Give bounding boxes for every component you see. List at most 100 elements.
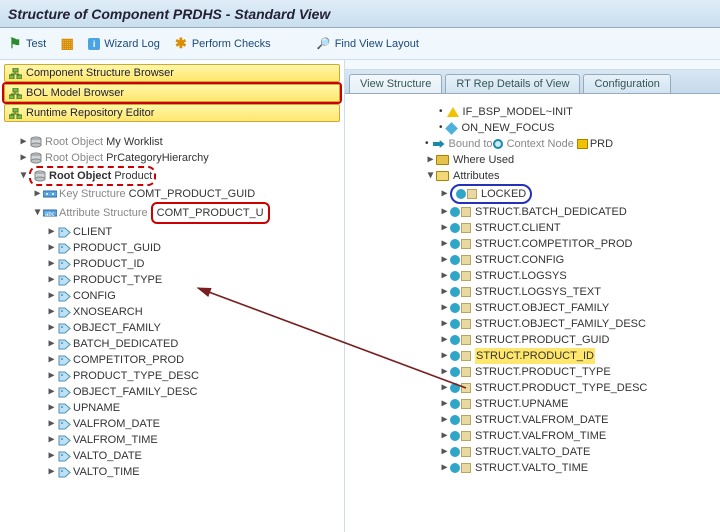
- rtree-where-used[interactable]: ▶ Where Used: [349, 152, 716, 168]
- expand-icon[interactable]: ▶: [439, 380, 450, 396]
- tree-attr-xnosearch[interactable]: ▶XNOSEARCH: [4, 304, 340, 320]
- rtree-struct-struct-valfrom_date[interactable]: ▶STRUCT.VALFROM_DATE: [349, 412, 716, 428]
- perform-checks-button[interactable]: ✱ Perform Checks: [174, 37, 271, 51]
- rtree-struct-struct-client[interactable]: ▶STRUCT.CLIENT: [349, 220, 716, 236]
- tree-attr-valfrom_time[interactable]: ▶VALFROM_TIME: [4, 432, 340, 448]
- expand-icon[interactable]: ▶: [439, 220, 450, 236]
- tree-attr-config[interactable]: ▶CONFIG: [4, 288, 340, 304]
- rtree-struct-struct-product_id[interactable]: ▶STRUCT.PRODUCT_ID: [349, 348, 716, 364]
- expand-icon[interactable]: ▶: [425, 152, 436, 168]
- tree-attr-competitor_prod[interactable]: ▶ COMPETITOR_PROD: [4, 352, 340, 368]
- tree-attr-valto_date[interactable]: ▶VALTO_DATE: [4, 448, 340, 464]
- rtree-struct-struct-competitor_prod[interactable]: ▶STRUCT.COMPETITOR_PROD: [349, 236, 716, 252]
- rtree-struct-struct-valto_time[interactable]: ▶STRUCT.VALTO_TIME: [349, 460, 716, 476]
- expand-icon[interactable]: ▶: [439, 284, 450, 300]
- rtree-attributes[interactable]: ▼ Attributes: [349, 168, 716, 184]
- expand-icon[interactable]: ▶: [46, 304, 57, 320]
- expand-icon[interactable]: ▶: [439, 396, 450, 412]
- expand-icon[interactable]: ▶: [439, 412, 450, 428]
- expand-icon[interactable]: ▶: [439, 348, 450, 364]
- expand-icon[interactable]: ▶: [46, 336, 57, 352]
- expand-icon[interactable]: ▶: [439, 300, 450, 316]
- expand-icon[interactable]: ▶: [46, 320, 57, 336]
- expand-icon[interactable]: ▶: [18, 150, 29, 166]
- rtree-struct-struct-product_type[interactable]: ▶STRUCT.PRODUCT_TYPE: [349, 364, 716, 380]
- expand-icon[interactable]: ▶: [439, 204, 450, 220]
- nav-component-structure[interactable]: Component Structure Browser: [4, 64, 340, 82]
- expand-icon[interactable]: ▶: [439, 268, 450, 284]
- expand-icon[interactable]: ▶: [439, 186, 450, 202]
- expand-icon[interactable]: ▶: [18, 134, 29, 150]
- tree-attr-upname[interactable]: ▶UPNAME: [4, 400, 340, 416]
- rtree-bound-to[interactable]: • Bound to Context Node PRD: [349, 136, 716, 152]
- expand-icon[interactable]: ▶: [46, 416, 57, 432]
- rtree-on-new-focus[interactable]: • ON_NEW_FOCUS: [349, 120, 716, 136]
- expand-icon[interactable]: ▶: [439, 460, 450, 476]
- expand-icon[interactable]: ▶: [439, 444, 450, 460]
- tree-attr-client[interactable]: ▶CLIENT: [4, 224, 340, 240]
- rtree-struct-struct-valto_date[interactable]: ▶STRUCT.VALTO_DATE: [349, 444, 716, 460]
- tree-key-structure[interactable]: ▶ Key Structure COMT_PRODUCT_GUID: [4, 186, 340, 202]
- expand-icon[interactable]: ▶: [46, 256, 57, 272]
- expand-icon[interactable]: ▶: [46, 288, 57, 304]
- tree-attr-batch_dedicated[interactable]: ▶BATCH_DEDICATED: [4, 336, 340, 352]
- rtree-struct-struct-product_type_desc[interactable]: ▶STRUCT.PRODUCT_TYPE_DESC: [349, 380, 716, 396]
- tab-rt-rep[interactable]: RT Rep Details of View: [445, 74, 580, 93]
- collapse-icon[interactable]: ▼: [18, 168, 29, 184]
- expand-icon[interactable]: ▶: [439, 316, 450, 332]
- expand-icon[interactable]: ▶: [46, 448, 57, 464]
- expand-icon[interactable]: ▶: [46, 352, 57, 368]
- rtree-locked[interactable]: ▶ LOCKED: [349, 184, 716, 204]
- expand-icon[interactable]: ▶: [32, 186, 43, 202]
- expand-icon[interactable]: ▶: [439, 428, 450, 444]
- tab-configuration[interactable]: Configuration: [583, 74, 670, 93]
- rtree-struct-struct-logsys_text[interactable]: ▶STRUCT.LOGSYS_TEXT: [349, 284, 716, 300]
- expand-icon[interactable]: ▶: [46, 368, 57, 384]
- tree-attr-object_family_desc[interactable]: ▶OBJECT_FAMILY_DESC: [4, 384, 340, 400]
- expand-icon[interactable]: ▶: [46, 400, 57, 416]
- expand-icon[interactable]: ▶: [439, 332, 450, 348]
- tree-attr-object_family[interactable]: ▶OBJECT_FAMILY: [4, 320, 340, 336]
- tree-root-prcat[interactable]: ▶ Root Object PrCategoryHierarchy: [4, 150, 340, 166]
- rtree-struct-struct-object_family[interactable]: ▶STRUCT.OBJECT_FAMILY: [349, 300, 716, 316]
- expand-icon[interactable]: ▶: [46, 384, 57, 400]
- expand-icon[interactable]: ▶: [439, 252, 450, 268]
- tree-root-product[interactable]: ▼ Root Object Product: [4, 166, 340, 186]
- struct-label: STRUCT.PRODUCT_GUID: [475, 332, 609, 348]
- tree-attr-valto_time[interactable]: ▶VALTO_TIME: [4, 464, 340, 480]
- expand-icon[interactable]: ▶: [439, 364, 450, 380]
- tree-attr-product_type_desc[interactable]: ▶PRODUCT_TYPE_DESC: [4, 368, 340, 384]
- test-button[interactable]: ⚑ Test: [8, 37, 46, 51]
- rtree-struct-struct-batch_dedicated[interactable]: ▶STRUCT.BATCH_DEDICATED: [349, 204, 716, 220]
- rtree-struct-struct-product_guid[interactable]: ▶ STRUCT.PRODUCT_GUID: [349, 332, 716, 348]
- tree-attr-valfrom_date[interactable]: ▶VALFROM_DATE: [4, 416, 340, 432]
- expand-icon[interactable]: ▶: [46, 464, 57, 480]
- expand-icon[interactable]: ▶: [46, 224, 57, 240]
- root-label: Root Object: [45, 150, 103, 166]
- tree-root-worklist[interactable]: ▶ Root Object My Worklist: [4, 134, 340, 150]
- rtree-struct-struct-config[interactable]: ▶STRUCT.CONFIG: [349, 252, 716, 268]
- tree-attr-structure[interactable]: ▼ abc Attribute Structure COMT_PRODUCT_U: [4, 202, 340, 224]
- expand-icon[interactable]: ▶: [46, 240, 57, 256]
- attr-label: COMPETITOR_PROD: [73, 352, 184, 368]
- rtree-if-init[interactable]: • IF_BSP_MODEL~INIT: [349, 104, 716, 120]
- rtree-struct-struct-upname[interactable]: ▶STRUCT.UPNAME: [349, 396, 716, 412]
- tab-view-structure[interactable]: View Structure: [349, 74, 442, 93]
- nav-runtime-repo[interactable]: Runtime Repository Editor: [4, 104, 340, 122]
- rtree-struct-struct-logsys[interactable]: ▶STRUCT.LOGSYS: [349, 268, 716, 284]
- rtree-struct-struct-valfrom_time[interactable]: ▶STRUCT.VALFROM_TIME: [349, 428, 716, 444]
- tree-attr-product_id[interactable]: ▶PRODUCT_ID: [4, 256, 340, 272]
- expand-icon[interactable]: ▶: [46, 432, 57, 448]
- expand-icon[interactable]: ▶: [46, 272, 57, 288]
- tree-attr-product_type[interactable]: ▶PRODUCT_TYPE: [4, 272, 340, 288]
- rtree-struct-struct-object_family_desc[interactable]: ▶STRUCT.OBJECT_FAMILY_DESC: [349, 316, 716, 332]
- find-view-layout-button[interactable]: 🔎 Find View Layout: [317, 37, 419, 51]
- right-pane: View Structure RT Rep Details of View Co…: [345, 60, 720, 532]
- wizard-log-button[interactable]: i Wizard Log: [88, 38, 160, 50]
- collapse-icon[interactable]: ▼: [32, 205, 43, 221]
- nav-bol-model[interactable]: BOL Model Browser: [4, 84, 340, 102]
- collapse-icon[interactable]: ▼: [425, 168, 436, 184]
- tree-attr-product_guid[interactable]: ▶PRODUCT_GUID: [4, 240, 340, 256]
- toolbar-sep1[interactable]: ▦: [60, 37, 74, 51]
- expand-icon[interactable]: ▶: [439, 236, 450, 252]
